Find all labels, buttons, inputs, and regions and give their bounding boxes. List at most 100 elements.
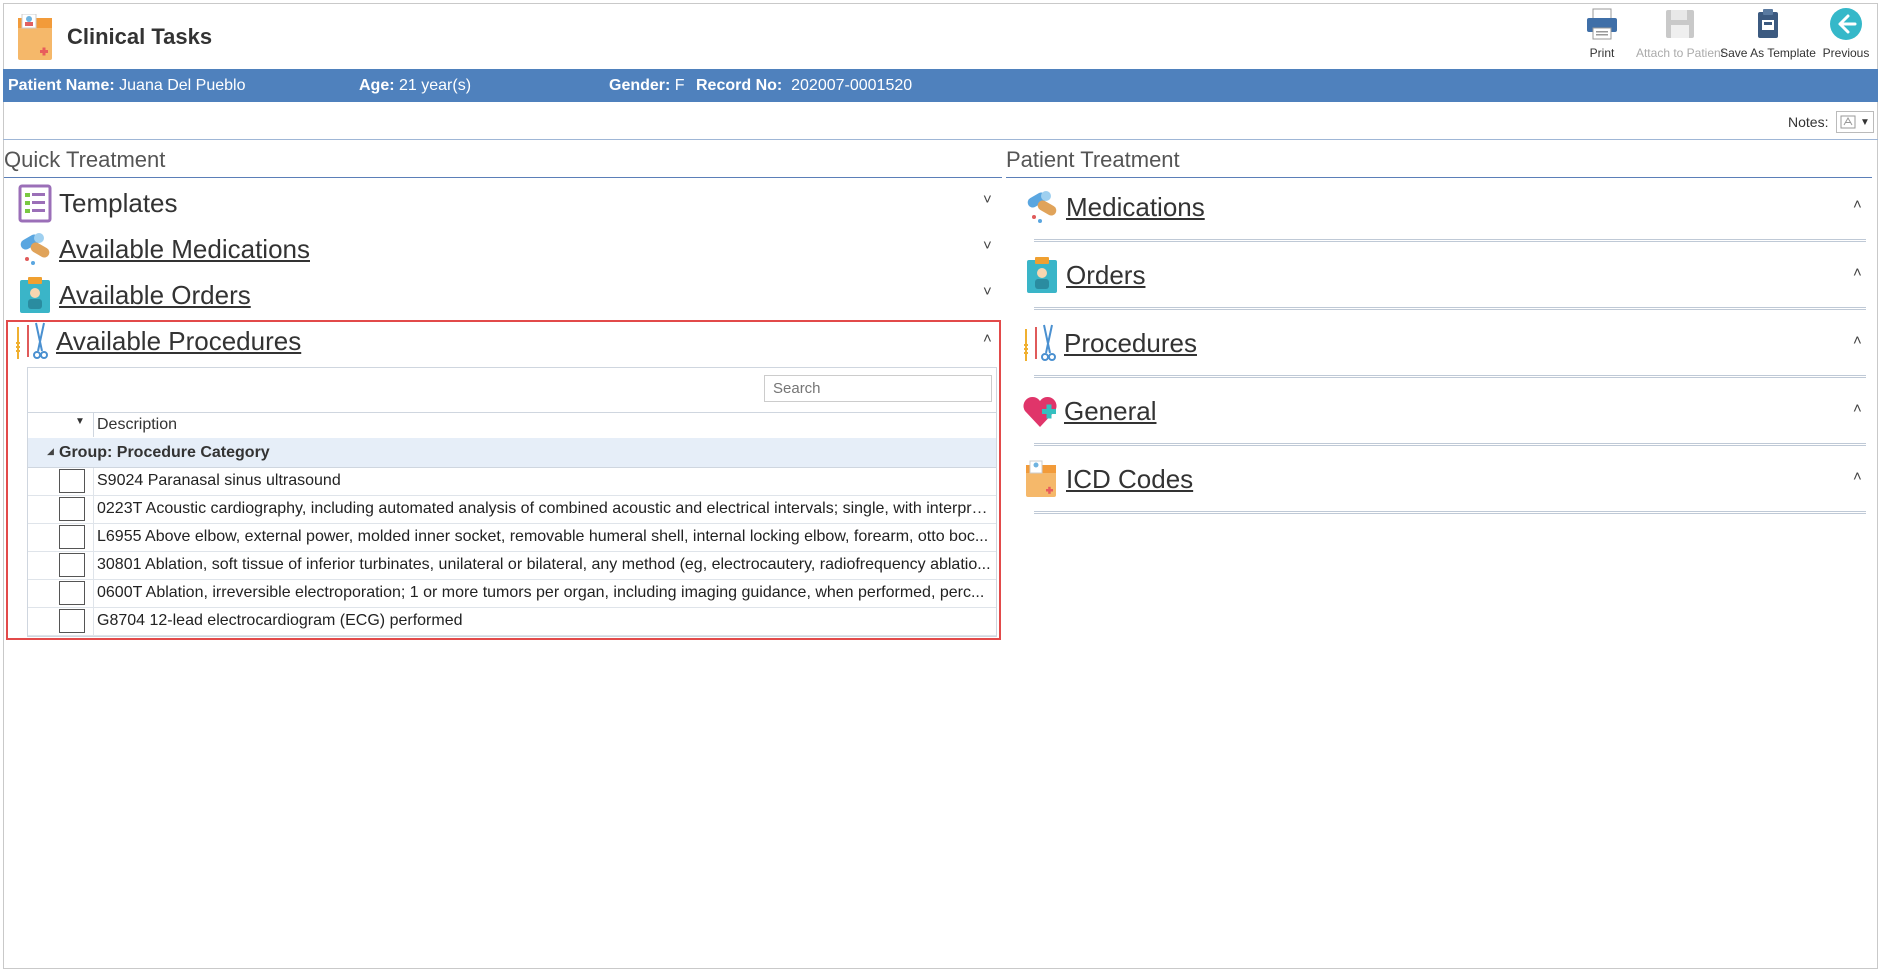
icd-codes-label: ICD Codes (1066, 463, 1194, 494)
available-procedures-collapse-chevron[interactable]: ˄ (983, 330, 992, 347)
orders-divider (1034, 307, 1866, 310)
orders-label: Orders (1066, 259, 1146, 290)
procedure-description: L6955 Above elbow, external power, molde… (97, 528, 989, 545)
general-label: General (1064, 395, 1157, 426)
row-checkbox[interactable] (59, 525, 85, 549)
template-list-icon (18, 184, 52, 223)
general-divider (1034, 443, 1866, 446)
general-section-header[interactable]: General (1022, 389, 1157, 433)
cell-separator (93, 608, 94, 635)
previous-button[interactable]: Previous (1815, 6, 1877, 64)
medications-label: Medications (1066, 191, 1205, 222)
procedures-section-header[interactable]: Procedures (1022, 321, 1197, 365)
divider (3, 139, 1878, 140)
templates-label: Templates (59, 187, 178, 218)
general-collapse-chevron[interactable]: ˄ (1853, 400, 1862, 417)
available-procedures-label: Available Procedures (56, 325, 302, 356)
quick-treatment-title: Quick Treatment (4, 147, 166, 172)
patient-record-no: Record No: 202007-0001520 (696, 77, 913, 94)
attach-to-patient-label: Attach to Patient (1635, 46, 1725, 60)
available-medications-label: Available Medications (59, 233, 310, 264)
arrow-left-circle-icon (1830, 8, 1862, 40)
save-disk-icon (1666, 10, 1694, 38)
patient-name: Patient Name: Juana Del Pueblo (8, 77, 246, 94)
procedure-description: 0223T Acoustic cardiography, including a… (97, 500, 992, 517)
surgical-tools-icon (1024, 324, 1056, 361)
group-label: Group: Procedure Category (59, 444, 270, 461)
procedure-description: 30801 Ablation, soft tissue of inferior … (97, 556, 991, 573)
previous-label: Previous (1822, 46, 1870, 60)
row-checkbox[interactable] (59, 553, 85, 577)
clipboard-save-icon (1758, 9, 1778, 38)
procedure-description: 0600T Ablation, irreversible electropora… (97, 584, 985, 601)
group-collapse-icon[interactable]: ◢ (47, 446, 54, 457)
available-orders-expand-chevron[interactable]: ˅ (983, 283, 992, 300)
quick-treatment-underline (4, 177, 1002, 178)
icd-codes-section-header[interactable]: ICD Codes (1024, 457, 1193, 501)
surgical-tools-icon (16, 322, 48, 359)
page-title: Clinical Tasks (67, 24, 213, 49)
orders-clipboard-icon (20, 277, 50, 313)
orders-collapse-chevron[interactable]: ˄ (1853, 264, 1862, 281)
medications-section-header[interactable]: Medications (1024, 185, 1205, 229)
available-medications-expand-chevron[interactable]: ˅ (983, 237, 992, 254)
pills-icon (20, 233, 50, 265)
patient-gender: Gender: F (609, 77, 685, 94)
table-row[interactable]: S9024 Paranasal sinus ultrasound (28, 468, 996, 496)
cell-separator (93, 524, 94, 551)
procedures-search-input[interactable] (764, 375, 992, 402)
notes-label: Notes: (1788, 114, 1829, 130)
available-medications-section-header[interactable]: Available Medications (17, 227, 310, 271)
procedures-label: Procedures (1064, 327, 1197, 358)
save-as-template-label: Save As Template (1720, 46, 1816, 60)
toolbar: Print Attach to Patient Save As Template… (1571, 6, 1877, 64)
procedures-divider (1034, 375, 1866, 378)
row-checkbox[interactable] (59, 609, 85, 633)
medications-collapse-chevron[interactable]: ˄ (1853, 196, 1862, 213)
procedure-description: S9024 Paranasal sinus ultrasound (97, 472, 341, 489)
heart-plus-icon (1023, 396, 1057, 427)
available-procedures-section-header[interactable]: Available Procedures (14, 319, 301, 363)
available-orders-section-header[interactable]: Available Orders (17, 273, 251, 317)
patient-age: Age: 21 year(s) (359, 77, 472, 94)
icd-codes-divider (1034, 511, 1866, 514)
print-label: Print (1589, 46, 1615, 60)
medications-divider (1034, 239, 1866, 242)
templates-section-header[interactable]: Templates (17, 181, 178, 225)
chevron-down-icon: ▼ (1860, 116, 1870, 128)
row-checkbox[interactable] (59, 581, 85, 605)
available-orders-label: Available Orders (59, 279, 251, 310)
description-column-header[interactable]: Description (97, 416, 177, 434)
orders-section-header[interactable]: Orders (1024, 253, 1145, 297)
grid-column-separator (93, 412, 94, 437)
table-row[interactable]: 0223T Acoustic cardiography, including a… (28, 496, 996, 524)
printer-icon (1587, 8, 1617, 40)
patient-treatment-title: Patient Treatment (1006, 147, 1180, 172)
cell-separator (93, 468, 94, 495)
notes-icon (1840, 115, 1856, 129)
icd-codes-collapse-chevron[interactable]: ˄ (1853, 468, 1862, 485)
row-checkbox[interactable] (59, 469, 85, 493)
cell-separator (93, 580, 94, 607)
templates-expand-chevron[interactable]: ˅ (983, 191, 992, 208)
clinical-folder-icon (18, 14, 52, 60)
procedures-collapse-chevron[interactable]: ˄ (1853, 332, 1862, 349)
icd-folder-icon (1026, 460, 1056, 497)
table-row[interactable]: G8704 12-lead electrocardiogram (ECG) pe… (28, 608, 996, 636)
orders-clipboard-icon (1027, 257, 1057, 293)
sort-dropdown-icon[interactable]: ▼ (75, 416, 85, 427)
table-row[interactable]: 30801 Ablation, soft tissue of inferior … (28, 552, 996, 580)
notes-dropdown[interactable]: ▼ (1836, 111, 1874, 133)
print-button[interactable]: Print (1571, 6, 1633, 64)
save-as-template-button[interactable]: Save As Template (1720, 6, 1816, 64)
pills-icon (1027, 191, 1057, 223)
patient-info-bar: Patient Name: Juana Del Pueblo Age: 21 y… (3, 69, 1878, 102)
cell-separator (93, 552, 94, 579)
cell-separator (93, 496, 94, 523)
table-row[interactable]: L6955 Above elbow, external power, molde… (28, 524, 996, 552)
row-checkbox[interactable] (59, 497, 85, 521)
procedure-description: G8704 12-lead electrocardiogram (ECG) pe… (97, 612, 463, 629)
patient-treatment-underline (1006, 177, 1872, 178)
table-row[interactable]: 0600T Ablation, irreversible electropora… (28, 580, 996, 608)
attach-to-patient-button[interactable]: Attach to Patient (1635, 6, 1725, 64)
